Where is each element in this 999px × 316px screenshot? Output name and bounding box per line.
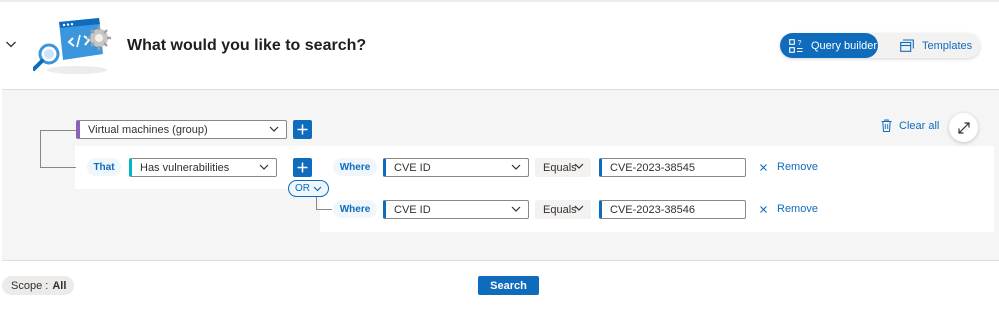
chevron-down-icon xyxy=(313,186,322,192)
remove-label: Remove xyxy=(777,161,818,173)
chevron-down-icon xyxy=(574,163,584,169)
query-builder-button[interactable]: ? Query builder xyxy=(780,33,878,58)
tree-connector xyxy=(40,130,76,131)
query-builder-icon: ? xyxy=(789,38,803,53)
entity-dropdown[interactable]: Virtual machines (group) xyxy=(76,120,287,139)
chevron-down-icon xyxy=(259,164,269,170)
svg-text:?: ? xyxy=(798,40,802,47)
templates-label: Templates xyxy=(922,39,973,52)
condition-operator-value: Equals xyxy=(543,203,577,216)
clear-all-button[interactable]: Clear all xyxy=(881,119,939,132)
condition-field-value: CVE ID xyxy=(394,161,431,174)
chevron-down-icon xyxy=(511,164,521,170)
close-icon xyxy=(760,163,767,171)
templates-button[interactable]: Templates xyxy=(880,33,980,58)
or-combinator-dropdown[interactable]: OR xyxy=(288,180,329,197)
condition-field-value: CVE ID xyxy=(394,203,431,216)
mode-toggle: ? Query builder Templates xyxy=(780,33,980,58)
expand-icon xyxy=(957,121,970,134)
condition-operator-value: Equals xyxy=(543,161,577,174)
chevron-down-icon[interactable] xyxy=(5,38,17,50)
code-gear-magnifier-illustration xyxy=(33,18,111,74)
search-button[interactable]: Search xyxy=(478,276,539,295)
condition-operator-dropdown[interactable]: Equals xyxy=(535,200,591,219)
that-label: That xyxy=(87,158,121,176)
relation-dropdown[interactable]: Has vulnerabilities xyxy=(129,158,277,177)
page-title: What would you like to search? xyxy=(127,37,367,54)
scope-value: All xyxy=(52,279,67,292)
query-builder-label: Query builder xyxy=(811,39,878,52)
chevron-down-icon xyxy=(574,205,584,211)
query-builder-panel: Virtual machines (group) Clear all That … xyxy=(2,89,999,261)
close-icon xyxy=(760,205,767,213)
where-label: Where xyxy=(333,200,377,218)
expand-button[interactable] xyxy=(949,113,978,142)
condition-value-input[interactable]: CVE-2023-38545 xyxy=(599,158,746,177)
plus-icon xyxy=(297,162,308,173)
tree-connector xyxy=(40,130,41,168)
remove-condition-button[interactable]: Remove xyxy=(760,203,818,215)
clear-all-label: Clear all xyxy=(899,119,940,132)
entity-dropdown-value: Virtual machines (group) xyxy=(88,123,208,136)
plus-icon xyxy=(297,124,308,135)
condition-value-input[interactable]: CVE-2023-38546 xyxy=(599,200,746,219)
top-divider xyxy=(0,0,999,2)
condition-field-dropdown[interactable]: CVE ID xyxy=(383,158,529,177)
condition-operator-dropdown[interactable]: Equals xyxy=(535,158,591,177)
condition-field-dropdown[interactable]: CVE ID xyxy=(383,200,529,219)
trash-icon xyxy=(881,119,892,132)
chevron-down-icon xyxy=(269,126,279,132)
relation-dropdown-value: Has vulnerabilities xyxy=(140,161,230,174)
scope-label: Scope : xyxy=(11,279,49,292)
add-entity-button[interactable] xyxy=(293,120,312,139)
add-condition-button[interactable] xyxy=(293,158,312,177)
or-combinator-label: OR xyxy=(295,183,310,194)
templates-icon xyxy=(900,39,914,52)
tree-connector xyxy=(40,167,76,168)
scope-badge[interactable]: Scope : All xyxy=(2,276,75,295)
remove-condition-button[interactable]: Remove xyxy=(760,161,818,173)
where-label: Where xyxy=(333,158,377,176)
chevron-down-icon xyxy=(511,206,521,212)
remove-label: Remove xyxy=(777,203,818,215)
tree-connector xyxy=(316,209,332,210)
